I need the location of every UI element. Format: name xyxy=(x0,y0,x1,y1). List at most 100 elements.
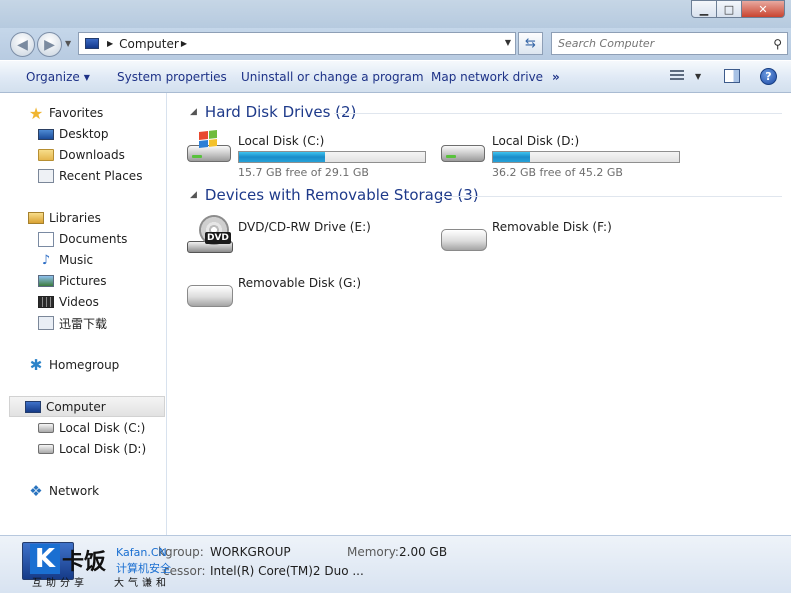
close-button[interactable]: ✕ xyxy=(741,0,785,18)
nav-label: Local Disk (C:) xyxy=(59,421,146,435)
nav-local-disk-d[interactable]: Local Disk (D:) xyxy=(38,440,146,458)
drive-name: DVD/CD-RW Drive (E:) xyxy=(238,220,371,234)
hard-disk-icon xyxy=(38,444,54,454)
chevron-down-icon: ▼ xyxy=(83,73,90,82)
search-input[interactable] xyxy=(558,37,758,50)
capacity-fill xyxy=(493,152,531,162)
nav-label: Downloads xyxy=(59,148,125,162)
pictures-icon xyxy=(38,275,54,287)
documents-icon xyxy=(38,231,54,247)
more-commands-button[interactable]: » xyxy=(552,70,560,84)
forward-button[interactable]: ▶ xyxy=(37,32,62,57)
watermark-slogan-right: 大气谦和 xyxy=(114,578,170,589)
address-row: ◀ ▶ ▼ ▶ Computer ▶ ▼ ⇆ ⚲ xyxy=(0,28,791,60)
window-controls: ▁ □ ✕ xyxy=(691,0,785,18)
group-title: Devices with Removable Storage (3) xyxy=(204,186,479,204)
dvd-drive-icon: DVD xyxy=(185,215,233,253)
search-box[interactable]: ⚲ xyxy=(551,32,788,55)
nav-desktop[interactable]: Desktop xyxy=(38,125,109,143)
drive-name: Local Disk (C:) xyxy=(238,134,325,148)
nav-label: Pictures xyxy=(59,274,107,288)
drive-local-disk-d[interactable]: Local Disk (D:) 36.2 GB free of 45.2 GB xyxy=(439,131,689,179)
nav-label: Libraries xyxy=(49,211,101,225)
drive-removable-f[interactable]: Removable Disk (F:) xyxy=(439,217,679,261)
nav-label: 迅雷下载 xyxy=(59,316,108,331)
change-view-icon[interactable] xyxy=(670,70,686,84)
removable-disk-icon xyxy=(185,273,233,307)
collapse-triangle-icon: ◢ xyxy=(190,190,197,200)
drive-free-space: 36.2 GB free of 45.2 GB xyxy=(492,166,623,179)
breadcrumb-chevron-icon[interactable]: ▶ xyxy=(181,39,187,48)
address-history-dropdown[interactable]: ▼ xyxy=(505,38,511,47)
downloads-folder-icon xyxy=(38,149,54,161)
xunlei-library-icon xyxy=(38,316,54,330)
watermark-site: Kafan.CN xyxy=(116,546,167,559)
system-properties-button[interactable]: System properties xyxy=(117,70,227,84)
nav-label: Computer xyxy=(46,399,106,414)
address-bar[interactable]: ▶ Computer ▶ ▼ xyxy=(78,32,516,55)
drive-free-space: 15.7 GB free of 29.1 GB xyxy=(238,166,369,179)
nav-documents[interactable]: Documents xyxy=(38,230,127,248)
removable-disk-icon xyxy=(439,217,487,251)
drive-local-disk-c[interactable]: Local Disk (C:) 15.7 GB free of 29.1 GB xyxy=(185,130,435,179)
network-icon: ❖ xyxy=(29,482,43,500)
drive-dvd-e[interactable]: DVD DVD/CD-RW Drive (E:) xyxy=(185,215,425,261)
recent-places-icon xyxy=(38,169,54,183)
nav-label: Homegroup xyxy=(49,358,120,372)
collapse-triangle-icon: ◢ xyxy=(190,107,197,117)
nav-network[interactable]: ❖ Network xyxy=(28,482,99,500)
star-icon: ★ xyxy=(28,103,44,123)
nav-downloads[interactable]: Downloads xyxy=(38,146,125,164)
nav-music[interactable]: ♪ Music xyxy=(38,251,93,269)
drive-removable-g[interactable]: Removable Disk (G:) xyxy=(185,273,425,317)
kafan-watermark: K 卡饭 Kafan.CN 计算机安全 互助分享 大气谦和 xyxy=(30,544,180,590)
nav-label: Network xyxy=(49,484,100,498)
nav-videos[interactable]: Videos xyxy=(38,293,99,311)
group-header-removable[interactable]: ◢ Devices with Removable Storage (3) xyxy=(190,186,479,204)
back-button[interactable]: ◀ xyxy=(10,32,35,57)
content-pane: ◢ Hard Disk Drives (2) Local Disk (C:) 15… xyxy=(167,93,791,535)
nav-label: Documents xyxy=(59,232,128,246)
uninstall-program-button[interactable]: Uninstall or change a program xyxy=(241,70,424,84)
organize-label: Organize xyxy=(26,70,80,84)
watermark-slogan-left: 互助分享 xyxy=(32,578,88,589)
capacity-bar xyxy=(492,151,680,163)
nav-recent-places[interactable]: Recent Places xyxy=(38,167,142,185)
search-icon[interactable]: ⚲ xyxy=(773,37,782,51)
hard-drive-icon xyxy=(439,131,485,165)
nav-label: Videos xyxy=(59,295,99,309)
nav-homegroup[interactable]: ✱ Homegroup xyxy=(28,356,120,374)
title-bar: ▁ □ ✕ xyxy=(0,0,791,28)
map-network-drive-button[interactable]: Map network drive xyxy=(431,70,543,84)
arrow-right-icon: ▶ xyxy=(44,36,55,53)
processor-value: Intel(R) Core(TM)2 Duo ... xyxy=(210,564,364,578)
homegroup-icon: ✱ xyxy=(29,356,43,374)
nav-libraries[interactable]: Libraries xyxy=(28,209,101,227)
desktop-icon xyxy=(38,128,54,140)
nav-favorites[interactable]: ★ Favorites xyxy=(28,103,103,123)
view-options-dropdown[interactable]: ▼ xyxy=(695,72,701,81)
videos-icon xyxy=(38,296,54,308)
recent-pages-dropdown[interactable]: ▼ xyxy=(65,39,71,48)
nav-label: Music xyxy=(59,253,94,267)
maximize-button[interactable]: □ xyxy=(716,0,742,18)
preview-pane-icon[interactable] xyxy=(724,69,740,83)
refresh-button[interactable]: ⇆ xyxy=(518,32,543,55)
breadcrumb-computer[interactable]: Computer xyxy=(119,37,179,51)
organize-menu[interactable]: Organize ▼ xyxy=(26,70,90,84)
nav-pictures[interactable]: Pictures xyxy=(38,272,107,290)
nav-computer[interactable]: Computer xyxy=(9,396,165,417)
workgroup-value: WORKGROUP xyxy=(210,545,291,559)
nav-xunlei-downloads[interactable]: 迅雷下载 xyxy=(38,314,107,332)
group-divider xyxy=(437,196,782,197)
nav-label: Local Disk (D:) xyxy=(59,442,147,456)
navigation-pane: ★ Favorites Desktop Downloads Recent Plac… xyxy=(0,93,167,535)
help-button[interactable]: ? xyxy=(760,68,777,85)
breadcrumb-chevron-icon[interactable]: ▶ xyxy=(107,39,113,48)
group-header-hard-disks[interactable]: ◢ Hard Disk Drives (2) xyxy=(190,103,356,121)
kafan-logo-icon: K xyxy=(30,544,60,574)
memory-label: Memory: xyxy=(347,545,399,559)
minimize-button[interactable]: ▁ xyxy=(691,0,717,18)
arrow-left-icon: ◀ xyxy=(17,36,28,53)
nav-local-disk-c[interactable]: Local Disk (C:) xyxy=(38,419,145,437)
